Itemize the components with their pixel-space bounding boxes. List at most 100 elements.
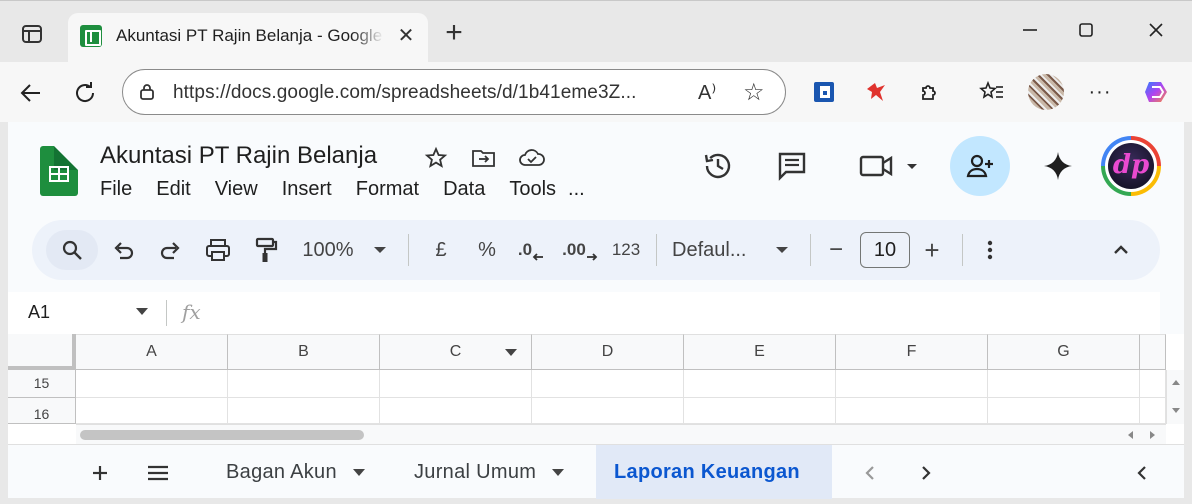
name-box[interactable]: A1 [28, 302, 50, 323]
horizontal-scrollbar[interactable] [76, 424, 1166, 444]
cell-h15[interactable] [1140, 370, 1166, 398]
version-history-icon[interactable] [696, 144, 740, 188]
column-header-f[interactable]: F [836, 334, 988, 370]
read-aloud-icon[interactable]: A⁾ [698, 80, 716, 105]
sheet-tab-dropdown-icon[interactable] [352, 468, 365, 476]
paint-format-icon[interactable] [250, 230, 282, 270]
column-header-c[interactable]: C [380, 334, 532, 370]
scroll-down-icon[interactable] [1172, 408, 1180, 413]
settings-more-icon[interactable]: ··· [1086, 78, 1114, 106]
menu-format[interactable]: Format [356, 178, 419, 201]
name-box-dropdown-icon[interactable] [136, 308, 148, 315]
menu-edit[interactable]: Edit [156, 178, 190, 201]
menu-insert[interactable]: Insert [282, 178, 332, 201]
sheet-tab-jurnal-umum[interactable]: Jurnal Umum [414, 445, 565, 499]
extensions-puzzle-icon[interactable] [916, 78, 944, 106]
cell-b15[interactable] [228, 370, 380, 398]
sheets-logo-icon[interactable] [40, 146, 78, 196]
select-all-corner[interactable] [8, 334, 76, 370]
scroll-sheets-left-icon[interactable] [852, 455, 888, 491]
cell-e16[interactable] [684, 398, 836, 424]
browser-tab-active[interactable]: Akuntasi PT Rajin Belanja - Google Sheet… [68, 13, 428, 63]
column-header-a[interactable]: A [76, 334, 228, 370]
maximize-button[interactable] [1068, 17, 1104, 47]
refresh-icon[interactable] [68, 76, 102, 110]
cell-c15[interactable] [380, 370, 532, 398]
cell-g16[interactable] [988, 398, 1140, 424]
menu-more[interactable]: ... [568, 178, 585, 201]
decrease-decimal-button[interactable]: .0 [514, 230, 548, 270]
scroll-left-icon[interactable] [1128, 431, 1133, 439]
scroll-right-icon[interactable] [1150, 431, 1155, 439]
column-header-g[interactable]: G [988, 334, 1140, 370]
column-header-partial[interactable] [1140, 334, 1166, 370]
profile-avatar[interactable] [1028, 74, 1064, 110]
menu-tools[interactable]: Tools [509, 178, 556, 201]
sheet-tab-laporan-keuangan[interactable]: Laporan Keuangan [596, 445, 832, 499]
vertical-scrollbar[interactable] [1166, 370, 1184, 424]
cell-c16[interactable] [380, 398, 532, 424]
menu-file[interactable]: File [100, 178, 132, 201]
cell-g15[interactable] [988, 370, 1140, 398]
column-header-b[interactable]: B [228, 334, 380, 370]
extension-shield-icon[interactable] [810, 78, 838, 106]
more-formats-button[interactable]: 123 [606, 230, 646, 270]
cell-d16[interactable] [532, 398, 684, 424]
menu-view[interactable]: View [215, 178, 258, 201]
new-tab-button[interactable]: + [440, 18, 468, 49]
minimize-button[interactable] [1012, 17, 1048, 47]
redo-icon[interactable] [156, 230, 186, 270]
sheet-tab-bagan-akun[interactable]: Bagan Akun [226, 445, 365, 499]
all-sheets-menu-icon[interactable] [140, 455, 176, 491]
user-avatar[interactable]: dp [1101, 136, 1161, 196]
row-header-15[interactable]: 15 [8, 370, 76, 398]
meet-video-icon[interactable] [854, 144, 924, 188]
zoom-select[interactable]: 100% [296, 230, 360, 270]
font-size-input[interactable]: 10 [860, 232, 910, 268]
increase-decimal-button[interactable]: .00 [560, 230, 600, 270]
favorites-list-icon[interactable] [978, 78, 1006, 106]
extension-dragon-icon[interactable] [862, 78, 890, 106]
close-window-button[interactable] [1138, 17, 1174, 47]
scroll-up-icon[interactable] [1172, 380, 1180, 385]
scroll-sheets-right-icon[interactable] [908, 455, 944, 491]
copilot-icon[interactable] [1140, 75, 1174, 109]
cell-h16[interactable] [1140, 398, 1166, 424]
column-header-e[interactable]: E [684, 334, 836, 370]
tab-close-icon[interactable]: ✕ [393, 23, 419, 49]
cell-a16[interactable] [76, 398, 228, 424]
column-header-d[interactable]: D [532, 334, 684, 370]
cell-d15[interactable] [532, 370, 684, 398]
tab-actions-icon[interactable] [14, 19, 50, 49]
share-button[interactable] [950, 136, 1010, 196]
site-info-icon[interactable] [137, 82, 157, 102]
horizontal-scroll-thumb[interactable] [80, 430, 364, 440]
decrease-font-size-button[interactable]: − [822, 230, 850, 270]
more-tools-icon[interactable] [976, 230, 1004, 270]
cell-e15[interactable] [684, 370, 836, 398]
font-dropdown-icon[interactable] [772, 230, 792, 270]
cell-a15[interactable] [76, 370, 228, 398]
currency-format-button[interactable]: £ [426, 230, 456, 270]
search-menus-icon[interactable] [46, 230, 98, 270]
star-icon[interactable] [422, 144, 450, 172]
favorite-star-icon[interactable]: ☆ [743, 78, 765, 107]
undo-icon[interactable] [108, 230, 138, 270]
cell-b16[interactable] [228, 398, 380, 424]
side-panel-toggle-icon[interactable] [1124, 455, 1160, 491]
print-icon[interactable] [202, 230, 234, 270]
sheet-tab-dropdown-icon[interactable] [552, 468, 565, 476]
collapse-menus-icon[interactable] [1106, 230, 1136, 270]
font-family-select[interactable]: Defaul... [672, 230, 768, 270]
move-folder-icon[interactable] [470, 144, 498, 172]
add-sheet-icon[interactable] [82, 455, 118, 491]
zoom-dropdown-icon[interactable] [370, 230, 390, 270]
cell-f15[interactable] [836, 370, 988, 398]
cloud-saved-icon[interactable] [518, 144, 546, 172]
document-title[interactable]: Akuntasi PT Rajin Belanja [100, 142, 377, 170]
back-arrow-icon[interactable] [14, 76, 48, 110]
cell-f16[interactable] [836, 398, 988, 424]
gemini-spark-icon[interactable] [1036, 144, 1080, 188]
percent-format-button[interactable]: % [472, 230, 502, 270]
url-bar[interactable]: https://docs.google.com/spreadsheets/d/1… [122, 69, 786, 115]
